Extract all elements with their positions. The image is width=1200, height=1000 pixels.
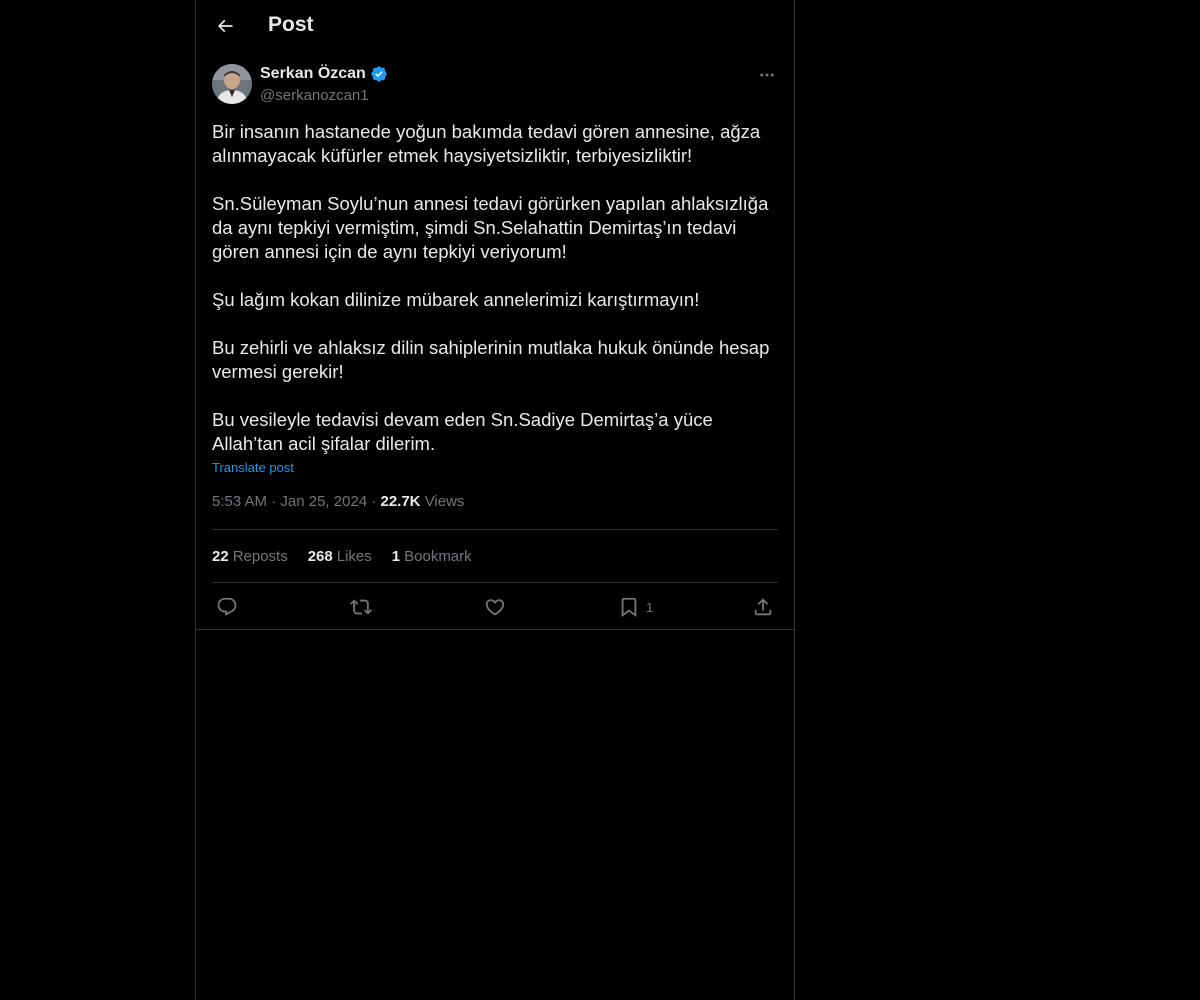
more-horizontal-icon xyxy=(760,73,774,77)
post-time[interactable]: 5:53 AM xyxy=(212,493,267,510)
post-meta: 5:53 AM · Jan 25, 2024 · 22.7K Views xyxy=(212,493,778,513)
bookmarks-count: 1 xyxy=(391,547,401,565)
page-title: Post xyxy=(268,13,314,36)
reposts-label: Reposts xyxy=(232,547,288,565)
repost-icon xyxy=(350,599,372,615)
post-column: Post Serkan Özcan @serkanozcan1 Bir insa… xyxy=(195,0,795,1000)
translate-post-link[interactable]: Translate post xyxy=(212,460,294,475)
reply-bubble-icon xyxy=(217,597,237,616)
author-name-line: Serkan Özcan xyxy=(260,65,388,83)
likes-count: 268 xyxy=(307,547,333,565)
share-icon xyxy=(754,598,772,616)
verified-badge-icon xyxy=(371,66,387,82)
bookmarks-stat[interactable]: 1 Bookmark xyxy=(392,548,472,565)
likes-stat[interactable]: 268 Likes xyxy=(308,548,372,565)
author-handle[interactable]: @serkanozcan1 xyxy=(260,87,369,104)
arrow-left-icon xyxy=(217,19,233,33)
heart-icon xyxy=(485,599,505,616)
bookmark-button[interactable]: 1 xyxy=(618,595,653,619)
page-header: Post xyxy=(196,0,794,53)
bookmarks-label: Bookmark xyxy=(404,547,472,565)
avatar[interactable] xyxy=(212,64,252,104)
more-options-button[interactable] xyxy=(756,64,778,86)
post-date[interactable]: Jan 25, 2024 xyxy=(280,493,367,510)
like-button[interactable] xyxy=(484,595,506,619)
author-row: Serkan Özcan @serkanozcan1 xyxy=(212,64,778,108)
views-label: Views xyxy=(424,493,465,510)
post-bottom-border xyxy=(196,629,794,630)
meta-separator: · xyxy=(371,493,377,510)
author-display-name[interactable]: Serkan Özcan xyxy=(260,65,366,83)
bookmark-icon xyxy=(621,597,637,618)
back-button[interactable] xyxy=(208,9,242,43)
repost-button[interactable] xyxy=(350,595,372,619)
post-stats: 22 Reposts 268 Likes 1 Bookmark xyxy=(212,530,778,582)
avatar-image xyxy=(212,64,252,104)
likes-label: Likes xyxy=(336,547,372,565)
reply-button[interactable] xyxy=(216,595,238,619)
reposts-stat[interactable]: 22 Reposts xyxy=(212,548,288,565)
reposts-count: 22 xyxy=(212,547,229,565)
post-text: Bir insanın hastanede yoğun bakımda teda… xyxy=(212,121,770,454)
bookmark-action-count: 1 xyxy=(646,599,654,615)
post-actions: 1 xyxy=(212,583,778,631)
share-button[interactable] xyxy=(752,595,774,619)
post-detail: Serkan Özcan @serkanozcan1 Bir insanın h… xyxy=(212,64,778,631)
views-count: 22.7K xyxy=(380,493,421,510)
meta-separator: · xyxy=(271,493,277,510)
